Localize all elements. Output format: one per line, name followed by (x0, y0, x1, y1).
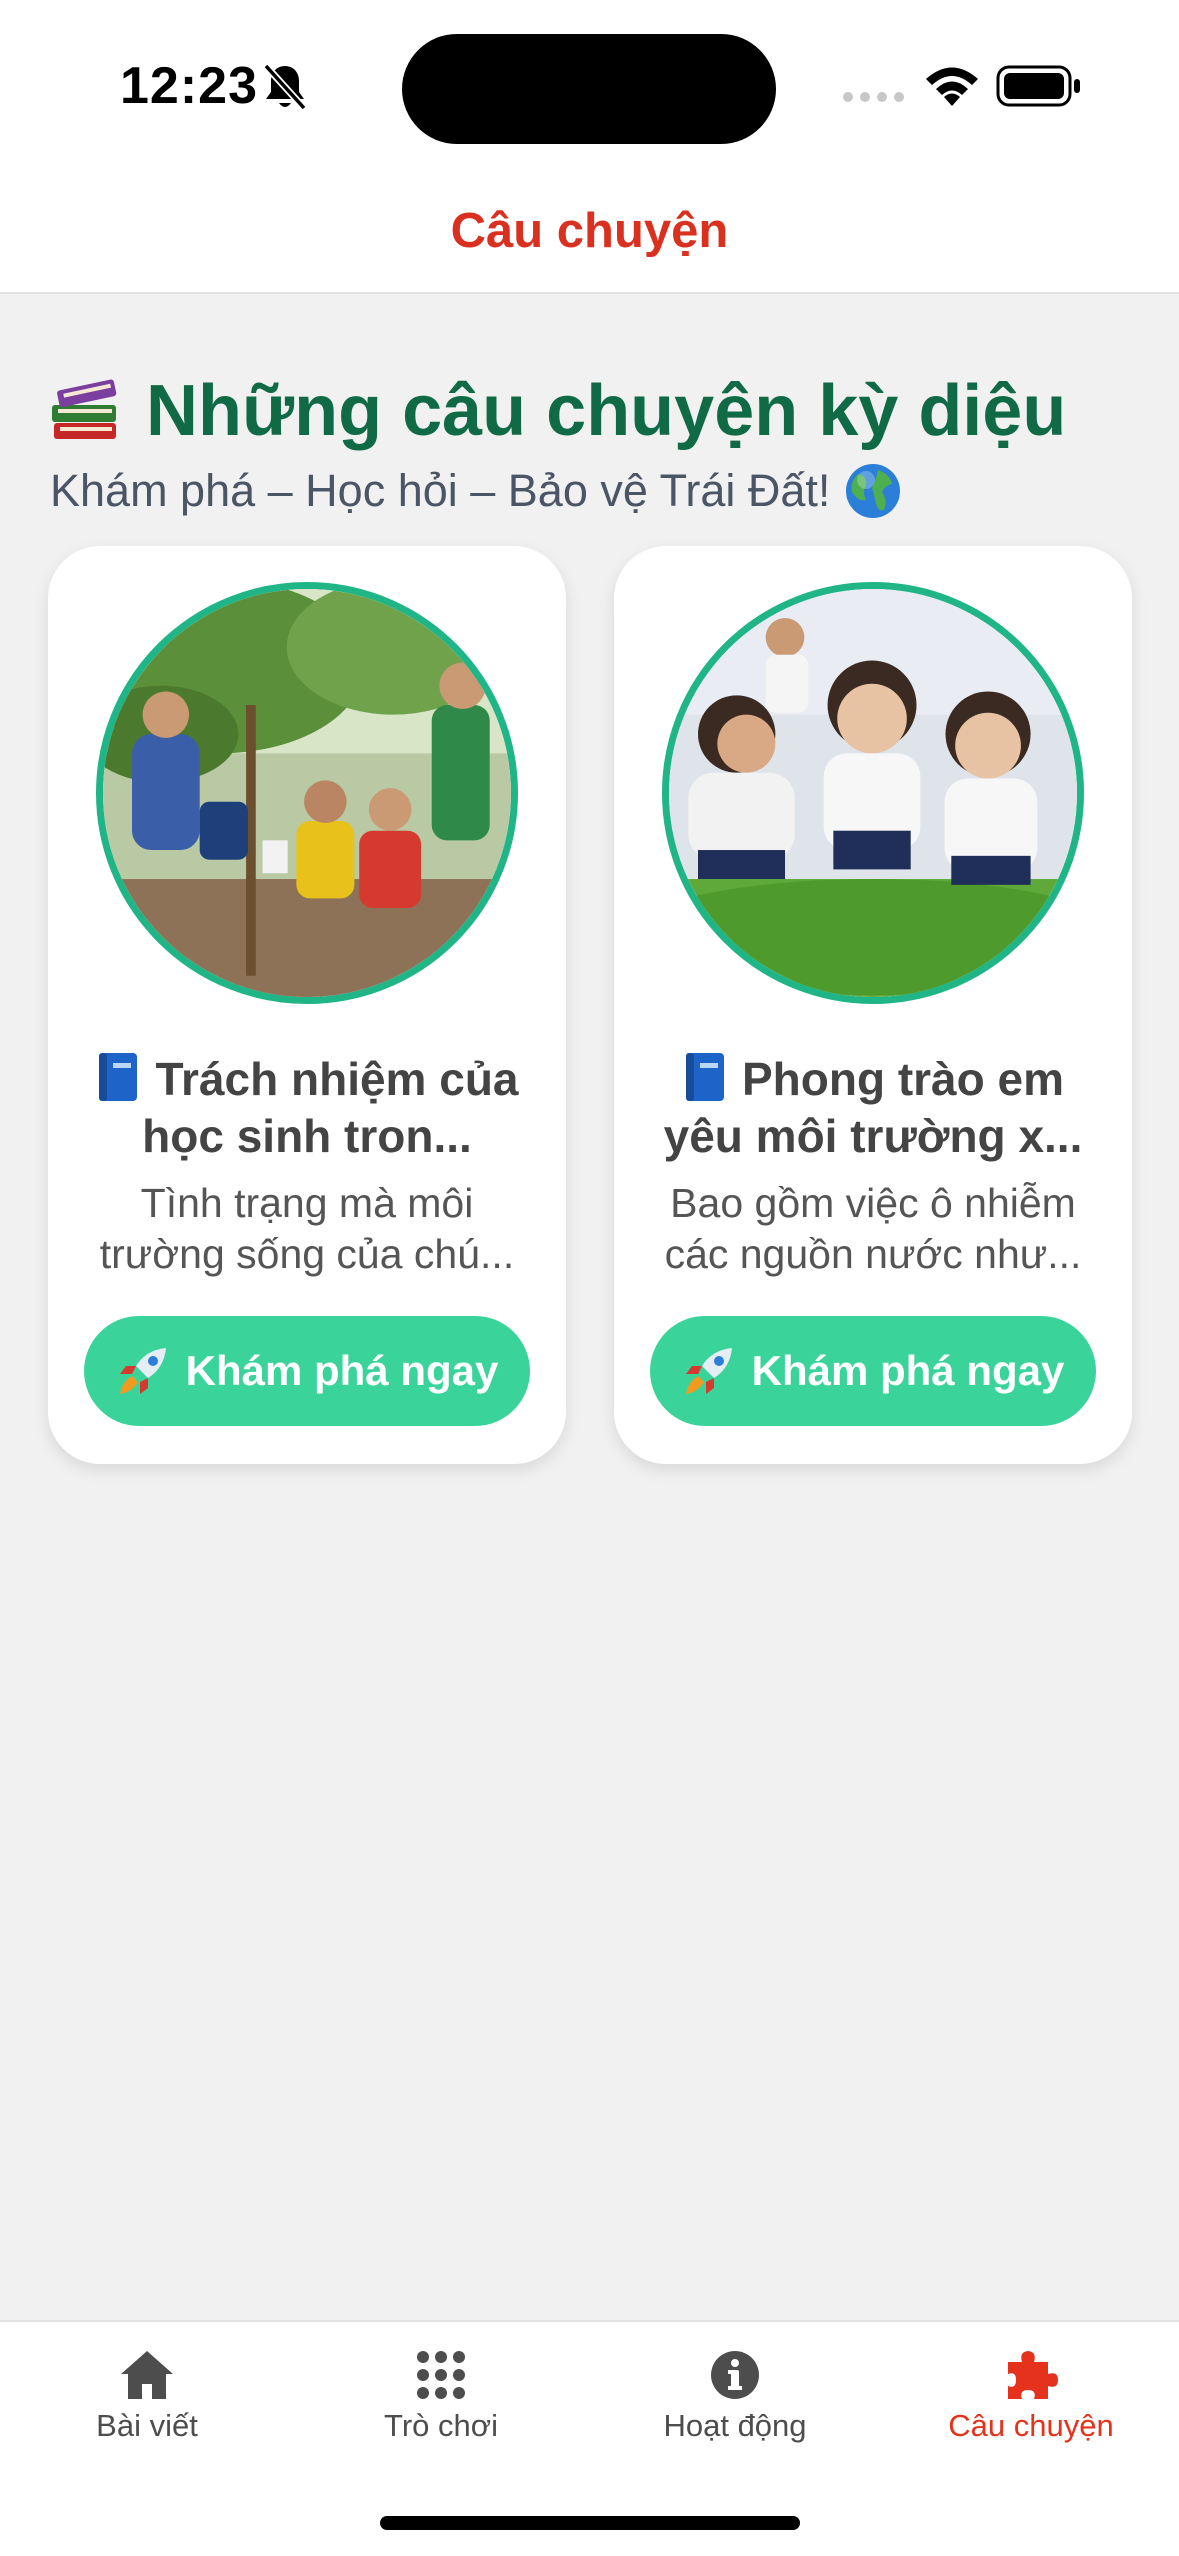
children-planting-photo (669, 589, 1077, 997)
blue-book-icon (99, 1053, 138, 1101)
wifi-icon (926, 67, 978, 106)
globe-icon (846, 464, 901, 518)
story-image (96, 582, 518, 1004)
bell-slash-icon (263, 63, 307, 111)
tab-games[interactable]: Trò chơi (294, 2348, 588, 2468)
story-title: Trách nhiệm của học sinh tron... (76, 1051, 538, 1165)
books-icon (52, 379, 117, 439)
dynamic-island (402, 34, 776, 144)
section-subtitle: Khám phá – Học hỏi – Bảo vệ Trái Đất! (50, 462, 902, 520)
tab-stories[interactable]: Câu chuyện (884, 2348, 1178, 2468)
nav-header: Câu chuyện (0, 170, 1179, 294)
page-title: Câu chuyện (450, 204, 729, 258)
explore-now-label: Khám phá ngay (751, 1347, 1065, 1394)
story-title: Phong trào em yêu môi trường x... (642, 1051, 1104, 1165)
tab-activities[interactable]: Hoạt động (588, 2348, 882, 2468)
story-description: Tình trạng mà môi trường sống của chú... (99, 1180, 515, 1277)
status-time: 12:23 (120, 57, 258, 115)
tab-label: Hoạt động (663, 2408, 807, 2443)
puzzle-piece-icon (1008, 2351, 1058, 2399)
rocket-icon (119, 1348, 166, 1394)
section-heading-text: Những câu chuyện kỳ diệu (146, 371, 1067, 451)
status-bar: 12:23 (0, 0, 1179, 170)
story-title-text: Trách nhiệm của học sinh tron... (142, 1053, 519, 1162)
story-card[interactable]: Phong trào em yêu môi trường x... Bao gồ… (614, 546, 1132, 1464)
explore-now-button[interactable]: Khám phá ngay (650, 1316, 1096, 1426)
explore-now-label: Khám phá ngay (185, 1347, 499, 1394)
tab-label: Bài viết (96, 2408, 198, 2443)
home-indicator[interactable] (380, 2516, 800, 2530)
section-heading: Những câu chuyện kỳ diệu (50, 370, 1066, 452)
section-subtitle-text: Khám phá – Học hỏi – Bảo vệ Trái Đất! (50, 465, 831, 516)
blue-book-icon (685, 1053, 724, 1101)
story-card[interactable]: Trách nhiệm của học sinh tron... Tình tr… (48, 546, 566, 1464)
cellular-signal-icon (843, 92, 904, 102)
info-circle-icon (711, 2351, 759, 2399)
tab-label: Trò chơi (384, 2408, 498, 2443)
tab-label: Câu chuyện (948, 2408, 1114, 2443)
students-planting-photo (103, 589, 511, 997)
story-card-list: Trách nhiệm của học sinh tron... Tình tr… (48, 546, 1132, 1464)
home-icon (121, 2351, 173, 2399)
explore-now-button[interactable]: Khám phá ngay (84, 1316, 530, 1426)
tab-articles[interactable]: Bài viết (0, 2348, 294, 2468)
battery-icon (996, 65, 1080, 107)
grid-dots-icon (417, 2351, 465, 2399)
story-description: Bao gồm việc ô nhiễm các nguồn nước như.… (664, 1180, 1082, 1277)
rocket-icon (685, 1348, 732, 1394)
story-image (662, 582, 1084, 1004)
